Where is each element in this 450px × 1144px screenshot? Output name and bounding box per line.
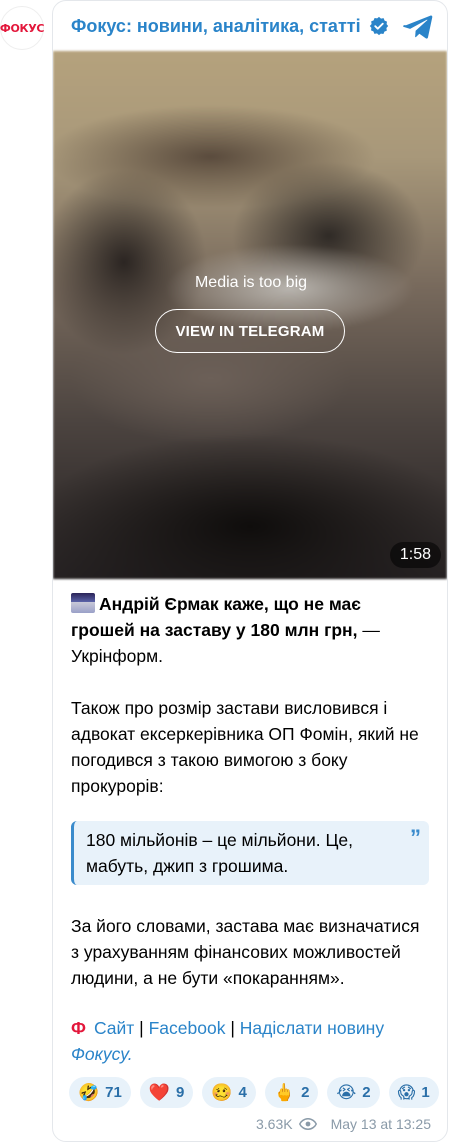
view-in-telegram-button[interactable]: VIEW IN TELEGRAM	[155, 309, 345, 353]
reaction-cry[interactable]: 😭 2	[327, 1077, 380, 1108]
focus-logo-icon: Ф	[71, 1018, 86, 1038]
telegram-icon[interactable]	[403, 10, 435, 42]
channel-title[interactable]: Фокус: новини, аналітика, статті	[71, 16, 361, 37]
reaction-heart[interactable]: ❤️ 9	[139, 1077, 194, 1108]
reaction-scream[interactable]: 😱 1	[388, 1077, 439, 1108]
verified-badge-icon	[369, 16, 388, 36]
channel-avatar-text: ФОКУС	[0, 21, 45, 35]
thumbnail-icon	[71, 593, 95, 613]
media-too-big-label: Media is too big	[194, 274, 308, 291]
reaction-woozy[interactable]: 🥴 4	[202, 1077, 256, 1108]
reaction-finger[interactable]: 🖕 2	[264, 1077, 319, 1108]
video-duration: 1:58	[389, 542, 441, 568]
separator: |	[230, 1018, 235, 1038]
lead-paragraph: Андрій Єрмак каже, що не має грошей на з…	[71, 591, 429, 669]
links-row: Ф Сайт | Facebook | Надіслати новину Фоку…	[71, 1015, 429, 1067]
reaction-count: 1	[421, 1084, 430, 1101]
woozy-face-icon: 🥴	[211, 1082, 233, 1102]
message-meta: 3.63K May 13 at 13:25	[53, 1108, 447, 1132]
paragraph-2: За його словами, застава має визначатися…	[71, 916, 420, 988]
heart-icon: ❤️	[148, 1082, 171, 1102]
message-header: Фокус: новини, аналітика, статті	[53, 1, 447, 51]
screaming-face-icon: 😱	[397, 1082, 416, 1102]
reaction-count: 4	[238, 1084, 247, 1101]
reaction-count: 9	[176, 1084, 185, 1101]
blockquote: 180 мільйонів – це мільйони. Це, мабуть,…	[71, 821, 429, 885]
link-facebook[interactable]: Facebook	[149, 1018, 226, 1038]
reaction-count: 71	[105, 1084, 122, 1101]
post-date[interactable]: May 13 at 13:25	[331, 1116, 431, 1132]
message-text: Андрій Єрмак каже, що не має грошей на з…	[53, 579, 447, 1067]
quote-mark-icon: ”	[410, 825, 421, 850]
view-count: 3.63K	[256, 1116, 293, 1132]
reaction-laugh[interactable]: 🤣 71	[69, 1077, 131, 1108]
link-submit-news[interactable]: Надіслати новину	[240, 1018, 384, 1038]
middle-finger-icon: 🖕	[273, 1082, 296, 1102]
channel-avatar[interactable]: ФОКУС	[0, 6, 44, 50]
reaction-count: 2	[362, 1084, 371, 1101]
link-site[interactable]: Сайт	[94, 1018, 134, 1038]
link-focus[interactable]: Фокусу.	[71, 1044, 133, 1064]
rofl-icon: 🤣	[78, 1082, 100, 1102]
crying-face-icon: 😭	[336, 1082, 357, 1102]
reaction-count: 2	[301, 1084, 310, 1101]
media-overlay: Media is too big VIEW IN TELEGRAM 1:58	[53, 50, 449, 578]
reactions-bar: 🤣 71 ❤️ 9 🥴 4 🖕 2 😭 2 😱 1	[53, 1067, 447, 1108]
quote-text: 180 мільйонів – це мільйони. Це, мабуть,…	[86, 830, 354, 876]
lead-text: Андрій Єрмак каже, що не має грошей на з…	[71, 594, 361, 640]
eye-icon	[298, 1118, 317, 1130]
separator: |	[139, 1018, 144, 1038]
paragraph-1: Також про розмір застави висловився і ад…	[71, 698, 419, 796]
